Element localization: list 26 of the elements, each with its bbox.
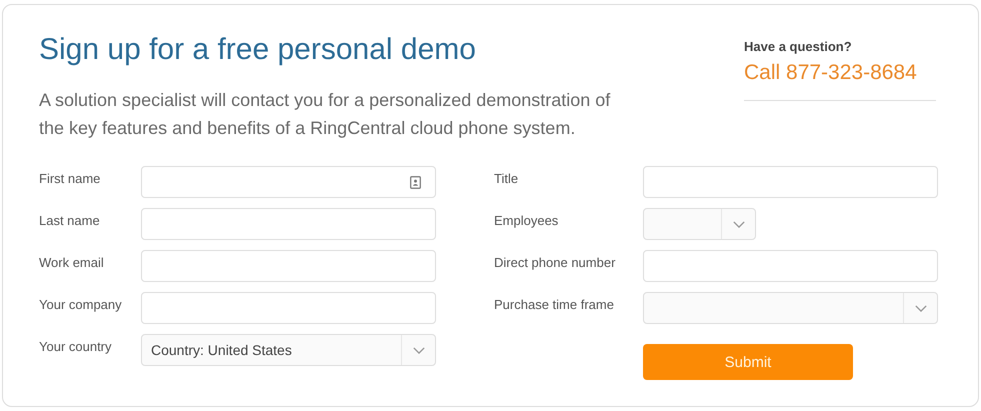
chevron-down-icon xyxy=(732,220,744,228)
contact-card-icon xyxy=(410,176,421,188)
dropdown[interactable]: Country: United States xyxy=(141,334,436,366)
chevron-down-icon xyxy=(412,346,424,354)
phone-number: Call 877-323-8684 xyxy=(744,61,918,85)
field-label: Work email xyxy=(39,254,105,270)
dropdown[interactable] xyxy=(643,292,938,324)
field-label: Last name xyxy=(39,212,101,228)
field-label: Title xyxy=(494,170,520,186)
field-label: First name xyxy=(39,170,102,186)
input-field[interactable] xyxy=(643,166,938,198)
form-description: A solution specialist will contact you for a personalized demonstration of the key features and benefits of a RingCentral cloud phone system. xyxy=(39,89,612,140)
dropdown[interactable] xyxy=(643,208,756,240)
input-field[interactable] xyxy=(141,250,436,282)
field-label: Direct phone number xyxy=(494,254,616,270)
input-field[interactable] xyxy=(141,166,436,198)
field-label: Your company xyxy=(39,296,123,312)
input-field[interactable] xyxy=(141,292,436,324)
input-field[interactable] xyxy=(141,208,436,240)
input-field[interactable] xyxy=(643,250,938,282)
field-label: Employees xyxy=(494,212,560,228)
chevron-down-icon xyxy=(914,304,926,312)
field-label: Your country xyxy=(39,338,113,354)
field-label: Purchase time frame xyxy=(494,296,615,312)
contact-prompt: Have a question? xyxy=(744,39,853,54)
form-title: Sign up for a free personal demo xyxy=(39,32,477,68)
